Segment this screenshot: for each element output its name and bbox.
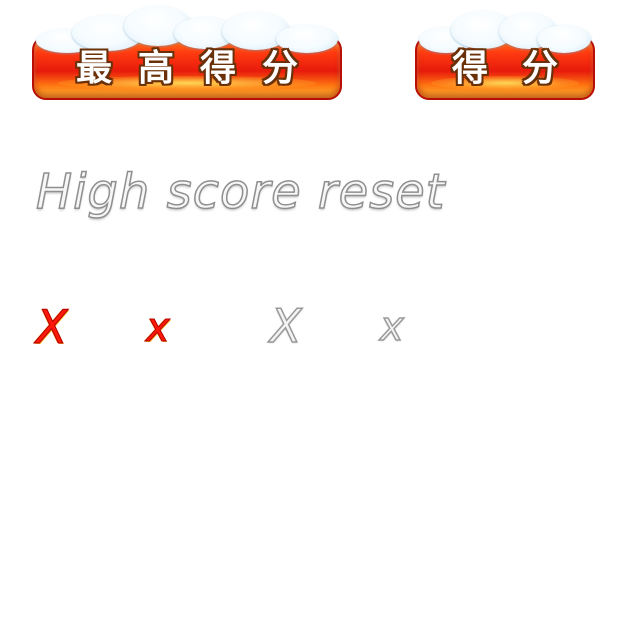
score-label: 得分 [451, 48, 592, 89]
close-icon[interactable]: X [36, 304, 69, 351]
high-score-label: 最高得分 [75, 48, 324, 89]
close-icon[interactable]: x [146, 308, 171, 349]
score-banner: 得分 [415, 3, 595, 101]
high-score-banner: 最高得分 [32, 3, 342, 101]
high-score-reset-caption: High score reset [35, 163, 446, 221]
sprite-sheet: 最高得分 得分 High score reset X x X x [0, 0, 640, 640]
close-icon[interactable]: X [269, 302, 302, 350]
close-icon[interactable]: x [379, 306, 404, 348]
